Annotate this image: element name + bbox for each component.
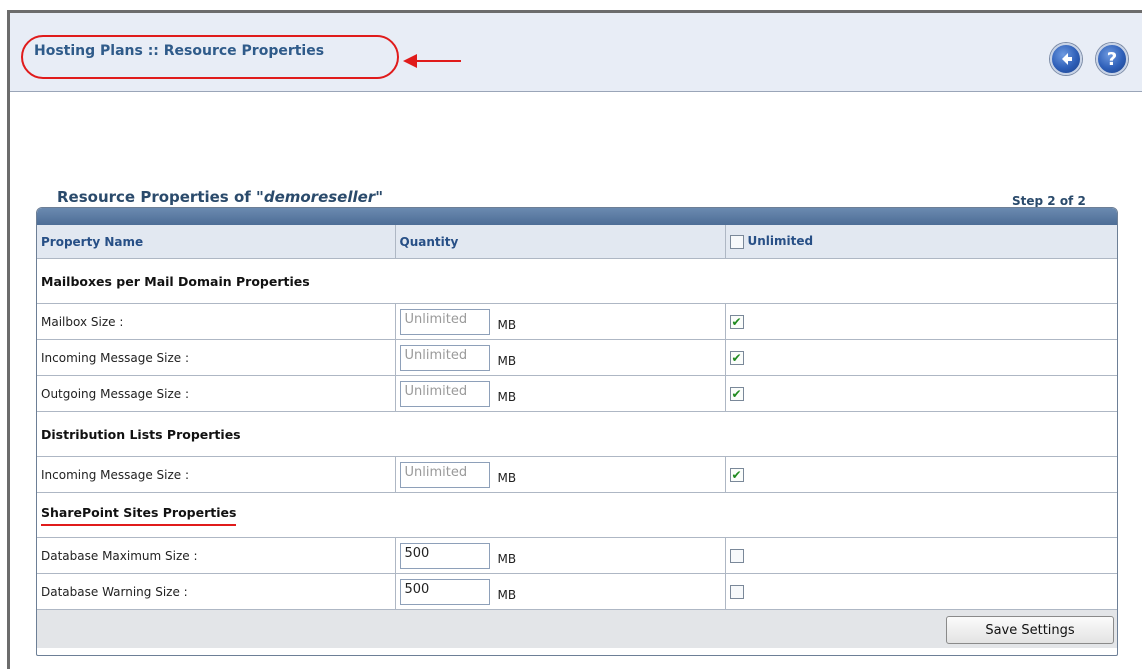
property-label: Mailbox Size : bbox=[37, 303, 396, 340]
group-name: SharePoint Sites Properties bbox=[41, 505, 237, 526]
save-settings-button[interactable]: Save Settings bbox=[946, 616, 1114, 644]
unlimited-checkbox[interactable]: ✔ bbox=[729, 314, 744, 329]
unlimited-cell: ✔ bbox=[725, 303, 1117, 340]
unlimited-all-checkbox[interactable] bbox=[729, 234, 744, 249]
unlimited-cell bbox=[725, 537, 1117, 574]
quantity-input[interactable]: Unlimited bbox=[399, 308, 490, 335]
resource-properties-table: Property Name Quantity Unlimited Mailbox… bbox=[37, 225, 1117, 610]
unlimited-cell: ✔ bbox=[725, 375, 1117, 412]
column-header-property-name: Property Name bbox=[37, 225, 396, 259]
quantity-cell: 500 MB bbox=[395, 537, 726, 574]
table-row: Mailbox Size : Unlimited MB ✔ bbox=[37, 303, 1117, 340]
help-icon: ? bbox=[1106, 48, 1118, 70]
group-row: Distribution Lists Properties bbox=[37, 411, 1117, 457]
quantity-input[interactable]: Unlimited bbox=[399, 461, 490, 488]
quantity-cell: 500 MB bbox=[395, 573, 726, 610]
unlimited-checkbox[interactable] bbox=[729, 584, 744, 599]
property-label: Database Maximum Size : bbox=[37, 537, 396, 574]
section-title: Resource Properties of "demoreseller" bbox=[57, 188, 383, 206]
unlimited-cell: ✔ bbox=[725, 456, 1117, 493]
unit-label: MB bbox=[497, 470, 517, 485]
step-indicator: Step 2 of 2 bbox=[1012, 194, 1086, 208]
unlimited-checkbox[interactable] bbox=[729, 548, 744, 563]
panel-header-bar bbox=[37, 208, 1117, 225]
property-label: Database Warning Size : bbox=[37, 573, 396, 610]
quantity-cell: Unlimited MB bbox=[395, 339, 726, 376]
section-title-prefix: Resource Properties of bbox=[57, 188, 257, 206]
group-name: Mailboxes per Mail Domain Properties bbox=[37, 258, 1117, 304]
quantity-input[interactable]: 500 bbox=[399, 542, 490, 569]
section-title-name: "demoreseller" bbox=[256, 188, 384, 206]
table-row: Database Warning Size : 500 MB bbox=[37, 573, 1117, 610]
page-header: Hosting Plans :: Resource Properties ? bbox=[10, 13, 1142, 92]
table-row: Outgoing Message Size : Unlimited MB ✔ bbox=[37, 375, 1117, 412]
frame-top bbox=[0, 0, 1142, 10]
help-button[interactable]: ? bbox=[1096, 43, 1128, 75]
unlimited-cell: ✔ bbox=[725, 339, 1117, 376]
column-header-quantity: Quantity bbox=[395, 225, 726, 259]
back-button[interactable] bbox=[1050, 43, 1082, 75]
quantity-cell: Unlimited MB bbox=[395, 303, 726, 340]
unlimited-cell bbox=[725, 573, 1117, 610]
unlimited-checkbox[interactable]: ✔ bbox=[729, 386, 744, 401]
unlimited-checkbox[interactable]: ✔ bbox=[729, 467, 744, 482]
panel-footer: Save Settings bbox=[37, 610, 1117, 648]
quantity-cell: Unlimited MB bbox=[395, 456, 726, 493]
property-label: Incoming Message Size : bbox=[37, 339, 396, 376]
unit-label: MB bbox=[497, 551, 517, 566]
quantity-input[interactable]: 500 bbox=[399, 578, 490, 605]
group-name-cell: SharePoint Sites Properties bbox=[37, 492, 1117, 538]
page-title: Hosting Plans :: Resource Properties bbox=[34, 43, 325, 59]
unit-label: MB bbox=[497, 317, 517, 332]
property-label: Outgoing Message Size : bbox=[37, 375, 396, 412]
group-row: SharePoint Sites Properties bbox=[37, 492, 1117, 538]
unit-label: MB bbox=[497, 353, 517, 368]
unit-label: MB bbox=[497, 587, 517, 602]
annotation-arrow-line bbox=[415, 60, 461, 62]
table-row: Incoming Message Size : Unlimited MB ✔ bbox=[37, 339, 1117, 376]
column-header-unlimited: Unlimited bbox=[725, 225, 1117, 259]
quantity-cell: Unlimited MB bbox=[395, 375, 726, 412]
frame-border-left bbox=[7, 10, 10, 669]
property-label: Incoming Message Size : bbox=[37, 456, 396, 493]
table-row: Incoming Message Size : Unlimited MB ✔ bbox=[37, 456, 1117, 493]
unit-label: MB bbox=[497, 389, 517, 404]
quantity-input[interactable]: Unlimited bbox=[399, 344, 490, 371]
group-row: Mailboxes per Mail Domain Properties bbox=[37, 258, 1117, 304]
table-row: Database Maximum Size : 500 MB bbox=[37, 537, 1117, 574]
column-header-unlimited-label: Unlimited bbox=[747, 234, 814, 249]
back-arrow-icon bbox=[1062, 53, 1072, 65]
unlimited-checkbox[interactable]: ✔ bbox=[729, 350, 744, 365]
group-name: Distribution Lists Properties bbox=[37, 411, 1117, 457]
quantity-input[interactable]: Unlimited bbox=[399, 380, 490, 407]
resource-properties-panel: Property Name Quantity Unlimited Mailbox… bbox=[36, 207, 1118, 656]
